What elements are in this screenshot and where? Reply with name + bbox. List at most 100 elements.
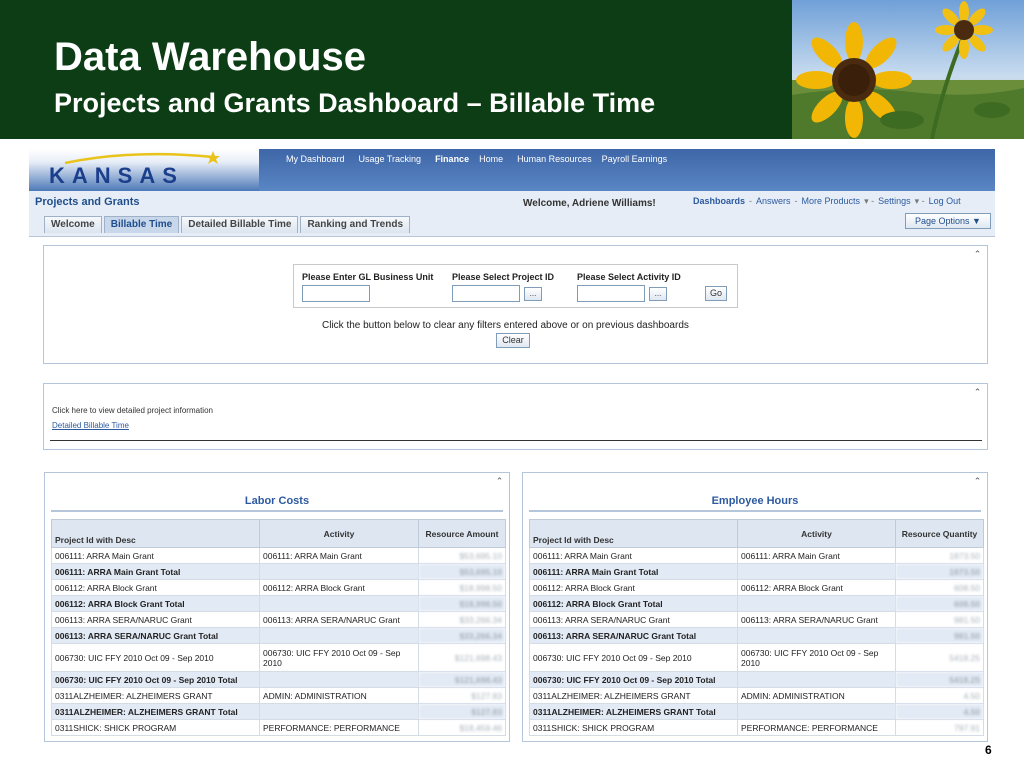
value-cell: 608.50 [895,595,984,612]
total-row: 0311ALZHEIMER: ALZHEIMERS GRANT Total $12… [51,703,506,720]
table-row: 006113: ARRA SERA/NARUC Grant 006113: ARR… [529,611,984,628]
link-dashboards[interactable]: Dashboards [693,196,745,207]
welcome-text: Welcome, Adriene Williams! [523,198,656,209]
activity-cell [737,703,896,720]
labor-costs-panel: ⌃ Labor Costs Project Id with Desc Activ… [44,472,510,742]
activity-cell: 006111: ARRA Main Grant [259,547,419,564]
value-cell: $53,695.10 [418,547,506,564]
collapse-icon[interactable]: ⌃ [972,387,983,397]
table-row: 0311SHICK: SHICK PROGRAM PERFORMANCE: PER… [51,719,506,736]
tab-billable-time[interactable]: Billable Time [103,216,180,233]
activity-cell [737,671,896,688]
project-cell: 006111: ARRA Main Grant [529,547,738,564]
total-row: 006112: ARRA Block Grant Total 608.50 [529,595,984,612]
tab-detailed-billable-time[interactable]: Detailed Billable Time [181,216,299,233]
report-title: Labor Costs [244,495,310,507]
activity-cell [259,703,419,720]
nav-my-dashboard[interactable]: My Dashboard [286,154,345,164]
clear-hint: Click the button below to clear any filt… [322,320,689,331]
project-cell: 0311SHICK: SHICK PROGRAM [51,719,260,736]
activity-cell: 006112: ARRA Block Grant [737,579,896,596]
project-cell: 006111: ARRA Main Grant [51,547,260,564]
table-row: 006112: ARRA Block Grant 006112: ARRA Blo… [529,579,984,596]
total-row: 006730: UIC FFY 2010 Oct 09 - Sep 2010 T… [51,671,506,688]
column-header[interactable]: Resource Quantity [895,519,984,548]
link-answers[interactable]: Answers [756,196,791,207]
collapse-icon[interactable]: ⌃ [972,249,983,259]
tab-ranking-and-trends[interactable]: Ranking and Trends [300,216,411,233]
activity-input[interactable] [577,285,645,302]
page-number: 6 [985,743,992,757]
link-more-products[interactable]: More Products [802,196,861,207]
dashboard-name: Projects and Grants [35,196,140,208]
project-cell: 0311SHICK: SHICK PROGRAM [529,719,738,736]
sunflower-image [792,0,1024,139]
value-cell: $121,698.43 [418,643,506,672]
dashboard-toolbar: Projects and Grants Welcome, Adriene Wil… [29,191,995,237]
table-row: 006730: UIC FFY 2010 Oct 09 - Sep 2010 00… [51,643,506,672]
value-cell: 981.50 [895,611,984,628]
total-row: 006111: ARRA Main Grant Total 1873.50 [529,563,984,580]
nav-usage-tracking[interactable]: Usage Tracking [359,154,422,164]
project-cell: 006730: UIC FFY 2010 Oct 09 - Sep 2010 [529,643,738,672]
value-cell: 608.50 [895,579,984,596]
top-links: Dashboards - Answers - More Products ▾ - Se… [693,196,961,207]
activity-browse-button[interactable]: ... [649,287,667,301]
total-row: 006113: ARRA SERA/NARUC Grant Total $33,2… [51,627,506,644]
slide-title: Data Warehouse [54,35,366,79]
slide-subtitle: Projects and Grants Dashboard – Billable… [54,88,656,118]
business-unit-input[interactable] [302,285,370,302]
prompt-box: Please Enter GL Business Unit Please Sel… [293,264,738,308]
project-browse-button[interactable]: ... [524,287,542,301]
prompt-panel: ⌃ Please Enter GL Business Unit Please S… [43,245,988,364]
project-cell: 006111: ARRA Main Grant Total [51,563,260,580]
divider [51,510,503,512]
project-cell: 006112: ARRA Block Grant [529,579,738,596]
collapse-icon[interactable]: ⌃ [494,476,505,486]
page-options-button[interactable]: Page Options ▼ [905,213,991,229]
value-cell: 4.50 [895,687,984,704]
column-header[interactable]: Activity [259,519,419,548]
slide-header: Data Warehouse Projects and Grants Dashb… [0,0,1024,139]
clear-button[interactable]: Clear [496,333,530,348]
nav-human-resources[interactable]: Human Resources [517,154,592,164]
value-cell: $18,459.46 [418,719,506,736]
value-cell: 4.50 [895,703,984,720]
activity-cell: 006112: ARRA Block Grant [259,579,419,596]
table-row: 0311ALZHEIMER: ALZHEIMERS GRANT ADMIN: AD… [51,687,506,704]
table-row: 006730: UIC FFY 2010 Oct 09 - Sep 2010 00… [529,643,984,672]
nav-home[interactable]: Home [479,154,503,164]
link-settings[interactable]: Settings [878,196,911,207]
column-header[interactable]: Resource Amount [418,519,506,548]
project-label: Please Select Project ID [452,272,555,282]
value-cell: 1873.50 [895,563,984,580]
column-header[interactable]: Project Id with Desc [51,519,260,548]
business-unit-label: Please Enter GL Business Unit [302,272,434,282]
column-header[interactable]: Activity [737,519,896,548]
activity-cell: 006730: UIC FFY 2010 Oct 09 - Sep 2010 [737,643,896,672]
project-input[interactable] [452,285,520,302]
project-cell: 006113: ARRA SERA/NARUC Grant [51,611,260,628]
global-nav: My Dashboard Usage Tracking Finance Home… [286,154,667,164]
activity-cell [259,627,419,644]
column-header[interactable]: Project Id with Desc [529,519,738,548]
nav-finance[interactable]: Finance [435,154,469,164]
link-log-out[interactable]: Log Out [929,196,961,207]
nav-payroll-earnings[interactable]: Payroll Earnings [602,154,668,164]
project-cell: 006113: ARRA SERA/NARUC Grant [529,611,738,628]
table-row: 006112: ARRA Block Grant 006112: ARRA Blo… [51,579,506,596]
activity-cell: PERFORMANCE: PERFORMANCE [737,719,896,736]
kansas-logo[interactable]: KANSAS [49,163,184,189]
project-cell: 006112: ARRA Block Grant Total [51,595,260,612]
activity-cell [259,563,419,580]
link-panel: ⌃ Click here to view detailed project in… [43,383,988,450]
value-cell: 981.50 [895,627,984,644]
activity-cell [259,595,419,612]
tab-welcome[interactable]: Welcome [44,216,102,233]
app-banner: KANSAS My Dashboard Usage Tracking Finan… [29,149,995,191]
collapse-icon[interactable]: ⌃ [972,476,983,486]
go-button[interactable]: Go [705,286,727,301]
detailed-billable-time-link[interactable]: Detailed Billable Time [52,421,129,430]
project-cell: 006112: ARRA Block Grant Total [529,595,738,612]
chevron-down-icon: ▾ - [864,196,875,206]
